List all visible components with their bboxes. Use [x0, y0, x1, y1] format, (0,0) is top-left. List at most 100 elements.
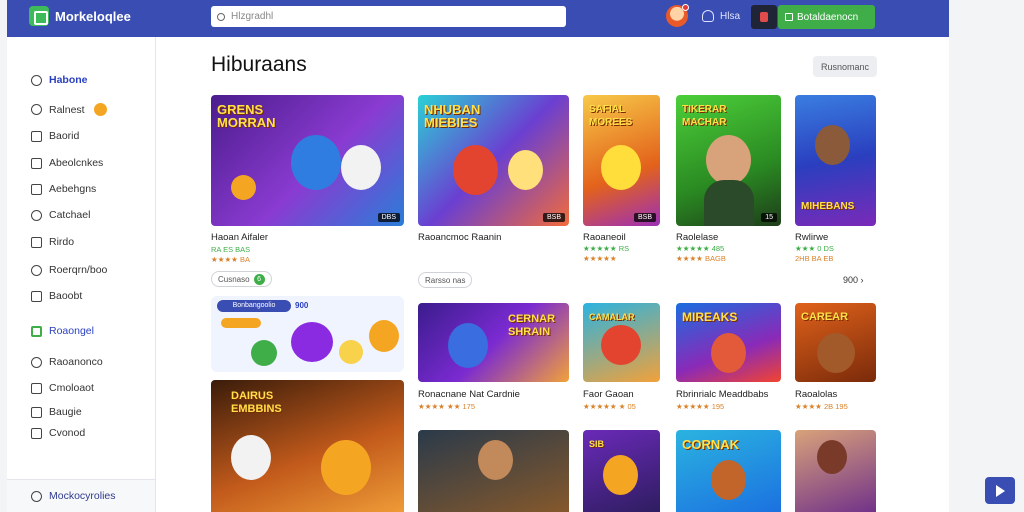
card-title[interactable]: Raolelase — [676, 232, 718, 243]
count-badge: 6 — [253, 273, 265, 285]
square-icon — [785, 13, 793, 21]
sidebar-footer-link[interactable]: Mockocyrolies — [31, 490, 116, 502]
game-card-5[interactable]: MIHEBANS — [795, 95, 876, 226]
tag-icon — [31, 406, 42, 418]
card-tag: DBS — [377, 213, 400, 222]
sidebar-item-4[interactable]: Abeolcnkes — [31, 157, 103, 169]
card-art-title: CORNAK — [682, 437, 740, 452]
sidebar-item-7[interactable]: Rirdo — [31, 236, 74, 248]
card-sub: ★★★★ BA — [211, 255, 250, 264]
avatar[interactable] — [666, 4, 689, 27]
card-sub: ★★★★ ★★ 175 — [418, 402, 476, 411]
search-icon — [217, 12, 225, 21]
card-tag: 15 — [761, 213, 777, 222]
arrow-right-icon — [995, 484, 1005, 497]
sidebar-item-11[interactable]: Raoanonco — [31, 356, 103, 368]
search-icon — [31, 264, 42, 276]
user-menu[interactable]: Hlsa — [702, 10, 740, 22]
card-sub: ★★★★★ RS — [583, 244, 630, 253]
board-icon — [31, 130, 42, 142]
card-sub: ★★★★★ 485 — [676, 244, 725, 253]
card-title[interactable]: Rwlirwe — [795, 232, 828, 243]
app-logo[interactable]: Morkeloqlee — [29, 6, 131, 26]
sidebar-item-2[interactable]: Ralnest — [31, 103, 107, 116]
game-card-14[interactable] — [795, 430, 876, 512]
grid-icon — [31, 290, 42, 302]
doc-icon — [31, 427, 42, 439]
sidebar-item-10[interactable]: Roaongel — [31, 325, 94, 337]
card-title[interactable]: Haoan Aifaler — [211, 232, 268, 243]
notification-dot — [682, 4, 689, 11]
card-title[interactable]: Faor Gaoan — [583, 389, 634, 400]
card-sub: ★★★★★ 195 — [676, 402, 725, 411]
sidebar-item-5[interactable]: Aebehgns — [31, 183, 96, 195]
game-icon — [31, 325, 42, 337]
page-title: Hiburaans — [211, 53, 307, 76]
card-art-title: GRENS MORRAN — [217, 102, 276, 130]
card-title[interactable]: Raoancmoc Raanin — [418, 232, 501, 243]
user-label: Hlsa — [720, 10, 741, 22]
home-icon — [31, 74, 42, 86]
card-art-title: SIB — [589, 439, 605, 449]
card-art-title: CERNAR SHRAIN — [508, 313, 556, 338]
search-icon — [31, 490, 42, 502]
card-title[interactable]: Raoalolas — [795, 389, 837, 400]
game-card-2[interactable]: NHUBAN MIEBIES BSB — [418, 95, 569, 226]
card-art-title: CAREAR — [801, 311, 849, 323]
sidebar-item-home[interactable]: Habone — [31, 74, 88, 86]
folder-icon — [31, 236, 42, 248]
sidebar: Habone Ralnest Baorid Abeolcnkes Aebehgn… — [7, 37, 156, 512]
card-art-title: NHUBAN MIEBIES — [424, 102, 481, 130]
sidebar-item-9[interactable]: Baoobt — [31, 290, 82, 302]
card-art-title: MIREAKS — [682, 310, 738, 324]
sidebar-item-12[interactable]: Cmoloaot — [31, 382, 94, 394]
game-card-9[interactable]: CAREAR — [795, 303, 876, 382]
sidebar-footer: Mockocyrolies — [7, 479, 155, 512]
game-card-1[interactable]: GRENS MORRAN DBS — [211, 95, 404, 226]
card-sub: ★★★★ 2B 195 — [795, 402, 848, 411]
cta-label: Botaldaenocn — [797, 11, 859, 23]
top-right-button[interactable]: Rusnomanc — [813, 56, 877, 77]
card-art-title: CAMALAR — [589, 312, 635, 322]
card-art-title: SAFIAL MOREES — [589, 104, 633, 128]
card-title[interactable]: Rbrinrialc Meaddbabs — [676, 389, 768, 400]
sidebar-item-3[interactable]: Baorid — [31, 130, 79, 142]
user-icon — [702, 10, 714, 22]
sidebar-item-14[interactable]: Cvonod — [31, 427, 85, 439]
record-icon — [760, 12, 768, 22]
card-sub: ★★★ 0 DS — [795, 244, 834, 253]
game-card-3[interactable]: SAFIAL MOREES BSB — [583, 95, 660, 226]
card-tag: BSB — [633, 213, 656, 222]
card-sub: ★★★★ BAGB — [676, 254, 726, 263]
promo-banner[interactable]: Bonbangoolio 900 — [211, 296, 404, 372]
record-button[interactable] — [751, 5, 777, 29]
game-card-8[interactable]: MIREAKS — [676, 303, 781, 382]
game-card-10[interactable]: DAIRUS EMBBINS — [211, 380, 404, 512]
card-art-title: MIHEBANS — [801, 201, 855, 212]
game-card-11[interactable] — [418, 430, 569, 512]
cta-button[interactable]: Botaldaenocn — [778, 5, 875, 29]
game-card-4[interactable]: TIKERAR MACHAR 15 — [676, 95, 781, 226]
game-card-13[interactable]: CORNAK — [676, 430, 781, 512]
filter-chip[interactable]: Cusnaso 6 — [211, 271, 272, 287]
card-title[interactable]: Raoaneoil — [583, 232, 626, 243]
game-card-6[interactable]: CERNAR SHRAIN — [418, 303, 569, 382]
card-tag: BSB — [542, 213, 565, 222]
card-sub: RA ES BAS — [211, 245, 251, 254]
app-window: Morkeloqlee Hlzgradhl Hlsa Botaldaenocn … — [7, 0, 949, 512]
card-sub: ★★★★★ ★ 05 — [583, 402, 636, 411]
logo-icon — [29, 6, 49, 26]
search-input[interactable]: Hlzgradhl — [211, 6, 566, 27]
search-placeholder: Hlzgradhl — [231, 11, 274, 22]
next-page-button[interactable] — [985, 477, 1015, 504]
card-sub: ★★★★★ — [583, 254, 617, 263]
card-art-title: DAIRUS EMBBINS — [231, 390, 282, 415]
sidebar-item-6[interactable]: Catchael — [31, 209, 90, 221]
card-title[interactable]: Ronacnane Nat Cardnie — [418, 389, 520, 400]
game-card-12[interactable]: SIB — [583, 430, 660, 512]
more-link[interactable]: 900 › — [843, 275, 864, 285]
sidebar-item-13[interactable]: Baugie — [31, 406, 82, 418]
sidebar-item-8[interactable]: Roerqrn/boo — [31, 264, 107, 276]
game-card-7[interactable]: CAMALAR — [583, 303, 660, 382]
filter-chip[interactable]: Rarsso nas — [418, 272, 473, 288]
